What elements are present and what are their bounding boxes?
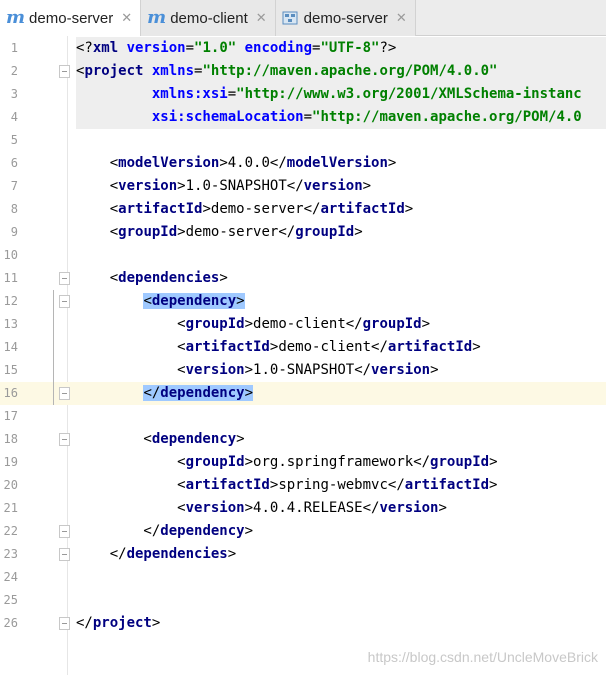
line-number: 3 [10, 87, 18, 101]
code-line[interactable]: 23 </dependencies> [0, 543, 606, 566]
code-line[interactable]: 11 <dependencies> [0, 267, 606, 290]
code-line[interactable]: 19 <groupId>org.springframework</groupId… [0, 451, 606, 474]
code-line[interactable]: 17 [0, 405, 606, 428]
close-icon[interactable]: ✕ [256, 10, 267, 26]
code-line[interactable]: 1 <?xml version="1.0" encoding="UTF-8"?> [0, 37, 606, 60]
line-number: 25 [3, 593, 18, 607]
line-number: 22 [3, 524, 18, 538]
line-number: 16 [3, 386, 18, 400]
code-text: <version>1.0-SNAPSHOT</version> [76, 362, 439, 378]
code-text: <version>1.0-SNAPSHOT</version> [76, 178, 372, 194]
code-text: xsi:schemaLocation="http://maven.apache.… [76, 106, 606, 129]
watermark: https://blog.csdn.net/UncleMoveBrick [367, 649, 598, 665]
code-text: <version>4.0.4.RELEASE</version> [76, 500, 447, 516]
code-line[interactable]: 22 </dependency> [0, 520, 606, 543]
tab-demo-server-pom[interactable]: m demo-server ✕ [0, 0, 142, 36]
line-number: 18 [3, 432, 18, 446]
line-number: 11 [3, 271, 18, 285]
line-number: 5 [10, 133, 18, 147]
fold-marker-icon[interactable] [59, 548, 70, 561]
tab-label: demo-client [170, 9, 248, 27]
code-line[interactable]: 26 </project> [0, 612, 606, 635]
line-number: 19 [3, 455, 18, 469]
code-line[interactable]: 24 [0, 566, 606, 589]
code-line[interactable]: 7 <version>1.0-SNAPSHOT</version> [0, 175, 606, 198]
close-icon[interactable]: ✕ [121, 10, 132, 26]
code-text: <dependency> [76, 431, 245, 447]
code-line[interactable]: 5 [0, 129, 606, 152]
fold-marker-icon[interactable] [59, 387, 70, 400]
code-text: <modelVersion>4.0.0</modelVersion> [76, 155, 397, 171]
line-number: 23 [3, 547, 18, 561]
code-line[interactable]: 21 <version>4.0.4.RELEASE</version> [0, 497, 606, 520]
fold-marker-icon[interactable] [59, 272, 70, 285]
maven-m-icon: m [147, 7, 167, 28]
line-number: 14 [3, 340, 18, 354]
fold-marker-icon[interactable] [59, 65, 70, 78]
line-number: 4 [10, 110, 18, 124]
code-text: </dependencies> [76, 546, 237, 562]
line-number: 24 [3, 570, 18, 584]
editor-tab-bar: m demo-server ✕ m demo-client ✕ demo-ser… [0, 0, 606, 36]
code-line[interactable]: 16 </dependency> [0, 382, 606, 405]
code-text: <groupId>org.springframework</groupId> [76, 454, 498, 470]
code-line[interactable]: 9 <groupId>demo-server</groupId> [0, 221, 606, 244]
code-line[interactable]: 25 [0, 589, 606, 612]
fold-marker-icon[interactable] [59, 433, 70, 446]
structure-icon [282, 11, 298, 25]
line-number: 10 [3, 248, 18, 262]
line-number: 2 [10, 64, 18, 78]
code-line[interactable]: 13 <groupId>demo-client</groupId> [0, 313, 606, 336]
code-line[interactable]: 2 <project xmlns="http://maven.apache.org… [0, 60, 606, 83]
code-text: <groupId>demo-server</groupId> [76, 224, 363, 240]
code-line[interactable]: 3 xmlns:xsi="http://www.w3.org/2001/XMLS… [0, 83, 606, 106]
fold-marker-icon[interactable] [59, 295, 70, 308]
code-text: <artifactId>demo-client</artifactId> [76, 339, 481, 355]
code-line[interactable]: 8 <artifactId>demo-server</artifactId> [0, 198, 606, 221]
tab-demo-client-pom[interactable]: m demo-client ✕ [141, 0, 276, 36]
code-text: </dependency> [143, 385, 254, 401]
tab-label: demo-server [303, 9, 388, 27]
code-line[interactable]: 15 <version>1.0-SNAPSHOT</version> [0, 359, 606, 382]
fold-marker-icon[interactable] [59, 617, 70, 630]
code-text: </project> [76, 615, 161, 631]
code-text: <dependency> [143, 293, 245, 309]
line-number: 6 [10, 156, 18, 170]
code-line[interactable]: 14 <artifactId>demo-client</artifactId> [0, 336, 606, 359]
code-text: <?xml version="1.0" encoding="UTF-8"?> [76, 37, 606, 60]
line-number: 7 [10, 179, 18, 193]
line-number: 17 [3, 409, 18, 423]
scope-indicator [53, 290, 54, 405]
code-line[interactable]: 18 <dependency> [0, 428, 606, 451]
code-text: xmlns:xsi="http://www.w3.org/2001/XMLSch… [76, 83, 606, 106]
tab-label: demo-server [29, 9, 114, 27]
maven-m-icon: m [6, 7, 26, 28]
line-number: 26 [3, 616, 18, 630]
line-number: 8 [10, 202, 18, 216]
code-text: </dependency> [76, 523, 254, 539]
code-text: <artifactId>spring-webmvc</artifactId> [76, 477, 498, 493]
code-line[interactable]: 10 [0, 244, 606, 267]
code-text: <groupId>demo-client</groupId> [76, 316, 431, 332]
code-text: <dependencies> [76, 270, 228, 286]
line-number: 15 [3, 363, 18, 377]
tab-demo-server-structure[interactable]: demo-server ✕ [275, 0, 416, 36]
code-line[interactable]: 6 <modelVersion>4.0.0</modelVersion> [0, 152, 606, 175]
fold-marker-icon[interactable] [59, 525, 70, 538]
line-number: 9 [10, 225, 18, 239]
code-text: <project xmlns="http://maven.apache.org/… [76, 60, 606, 83]
line-number: 20 [3, 478, 18, 492]
code-editor[interactable]: 1 <?xml version="1.0" encoding="UTF-8"?> 2… [0, 36, 606, 675]
code-line[interactable]: 4 xsi:schemaLocation="http://maven.apach… [0, 106, 606, 129]
close-icon[interactable]: ✕ [396, 10, 407, 26]
code-line[interactable]: 20 <artifactId>spring-webmvc</artifactId… [0, 474, 606, 497]
code-text: <artifactId>demo-server</artifactId> [76, 201, 414, 217]
code-line[interactable]: 12 <dependency> [0, 290, 606, 313]
line-number: 12 [3, 294, 18, 308]
line-number: 13 [3, 317, 18, 331]
line-number: 1 [10, 41, 18, 55]
line-number: 21 [3, 501, 18, 515]
